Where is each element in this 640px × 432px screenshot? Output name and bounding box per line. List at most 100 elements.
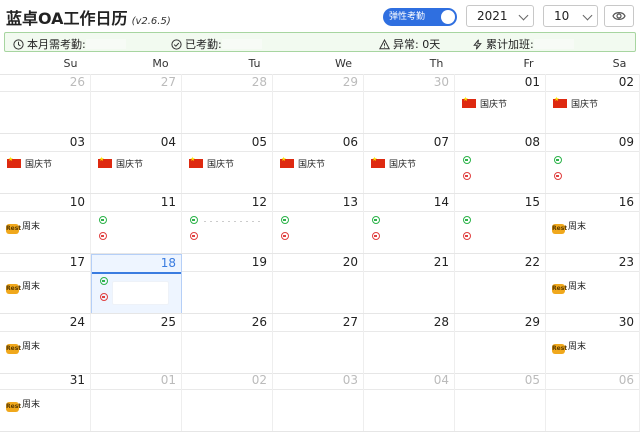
day-number: 03 [69, 135, 85, 149]
clock-out-record[interactable] [99, 232, 107, 242]
weekday-saturday: Sa [612, 57, 627, 70]
clock-out-record[interactable] [281, 232, 289, 242]
calendar-day[interactable]: 17 Rest周末 [0, 254, 91, 314]
calendar-day[interactable]: 27 [273, 314, 364, 374]
calendar-day[interactable]: 30 Rest周末 [546, 314, 640, 374]
calendar-day[interactable]: 05 [455, 372, 546, 432]
calendar-day[interactable]: 26 [182, 314, 273, 374]
calendar-day[interactable]: 13 [273, 194, 364, 254]
calendar-day[interactable]: 19 [182, 254, 273, 314]
flex-attendance-toggle[interactable]: 弹性考勤 [383, 8, 457, 26]
calendar-day[interactable]: 01 国庆节 [455, 74, 546, 134]
calendar-day[interactable]: 29 [273, 74, 364, 134]
day-content: 国庆节 [0, 152, 90, 194]
clock-in-record[interactable] [463, 216, 471, 226]
calendar-day[interactable]: 16 Rest周末 [546, 194, 640, 254]
calendar-day[interactable]: 26 [0, 74, 91, 134]
calendar-day[interactable]: 02 国庆节 [546, 74, 640, 134]
calendar-day[interactable]: 05 国庆节 [182, 134, 273, 194]
calendar-day[interactable]: 27 [91, 74, 182, 134]
weekend-tag: Rest周末 [6, 279, 40, 294]
clock-out-record[interactable] [100, 293, 108, 303]
day-content [91, 212, 181, 254]
weekday-tuesday: Tu [248, 57, 261, 70]
calendar-day[interactable]: 06 国庆节 [273, 134, 364, 194]
weekday-sunday: Su [63, 57, 78, 70]
clock-in-record[interactable] [554, 156, 562, 166]
china-flag-icon [7, 156, 21, 168]
calendar-day[interactable]: 07 国庆节 [364, 134, 455, 194]
calendar-day[interactable]: 30 [364, 74, 455, 134]
calendar-day[interactable]: 09 [546, 134, 640, 194]
calendar-day[interactable]: 12 [182, 194, 273, 254]
calendar-day[interactable]: 22 [455, 254, 546, 314]
calendar-day[interactable]: 11 [91, 194, 182, 254]
clock-in-record[interactable] [463, 156, 471, 166]
calendar-day[interactable]: 25 [91, 314, 182, 374]
year-select[interactable]: 2021 [466, 5, 534, 27]
clock-out-record[interactable] [463, 172, 471, 182]
clock-out-icon [463, 232, 471, 240]
calendar-day[interactable]: 04 [364, 372, 455, 432]
day-number: 04 [160, 135, 176, 149]
clock-out-record[interactable] [372, 232, 380, 242]
flex-attendance-label: 弹性考勤 [389, 12, 426, 22]
calendar-day[interactable]: 06 [546, 372, 640, 432]
calendar-day[interactable]: 15 [455, 194, 546, 254]
clock-in-record[interactable] [99, 216, 107, 226]
clock-in-icon [100, 277, 108, 285]
month-select[interactable]: 10 [543, 5, 598, 27]
toggle-knob [441, 10, 455, 24]
calendar-day[interactable]: 24 Rest周末 [0, 314, 91, 374]
day-number: 05 [524, 373, 540, 387]
calendar-day[interactable]: 28 [364, 314, 455, 374]
day-content [455, 212, 545, 254]
redacted-time-box [112, 281, 169, 305]
clock-out-record[interactable] [463, 232, 471, 242]
year-value: 2021 [477, 9, 508, 23]
visibility-button[interactable] [604, 5, 634, 27]
day-content [273, 390, 363, 432]
weekend-tag: Rest周末 [552, 339, 586, 354]
calendar-day-today[interactable]: 18 [91, 254, 182, 314]
calendar-day[interactable]: 20 [273, 254, 364, 314]
calendar-day[interactable]: 10 Rest周末 [0, 194, 91, 254]
calendar-day[interactable]: 02 [182, 372, 273, 432]
calendar-day[interactable]: 29 [455, 314, 546, 374]
holiday-label: 国庆节 [571, 100, 599, 110]
day-content [182, 212, 272, 254]
weekend-label: 周末 [22, 222, 41, 232]
day-number: 14 [433, 195, 449, 209]
day-content [455, 332, 545, 374]
calendar-day[interactable]: 14 [364, 194, 455, 254]
clock-in-record[interactable] [281, 216, 289, 226]
calendar-day[interactable]: 03 国庆节 [0, 134, 91, 194]
holiday-label: 国庆节 [389, 160, 417, 170]
calendar-day[interactable]: 04 国庆节 [91, 134, 182, 194]
day-number: 02 [251, 373, 267, 387]
calendar-day[interactable]: 23 Rest周末 [546, 254, 640, 314]
day-number: 18 [160, 256, 176, 270]
day-number: 27 [342, 315, 358, 329]
clock-out-record[interactable] [190, 232, 198, 242]
clock-in-record[interactable] [100, 277, 108, 287]
day-content: 国庆节 [182, 152, 272, 194]
holiday-tag: 国庆节 [7, 156, 52, 170]
clock-in-record[interactable] [372, 216, 380, 226]
calendar-day[interactable]: 03 [273, 372, 364, 432]
calendar-day[interactable]: 08 [455, 134, 546, 194]
clock-in-icon [99, 216, 107, 224]
day-content [364, 212, 454, 254]
weekend-label: 周末 [568, 282, 587, 292]
calendar-day[interactable]: 31 Rest周末 [0, 372, 91, 432]
calendar-day[interactable]: 21 [364, 254, 455, 314]
china-flag-icon [553, 96, 567, 108]
calendar-day[interactable]: 28 [182, 74, 273, 134]
clock-out-icon [281, 232, 289, 240]
weekend-tag: Rest周末 [6, 397, 40, 412]
clock-in-record[interactable] [190, 216, 198, 226]
check-circle-icon [171, 39, 182, 50]
clock-out-record[interactable] [554, 172, 562, 182]
calendar-day[interactable]: 01 [91, 372, 182, 432]
day-number: 08 [524, 135, 540, 149]
